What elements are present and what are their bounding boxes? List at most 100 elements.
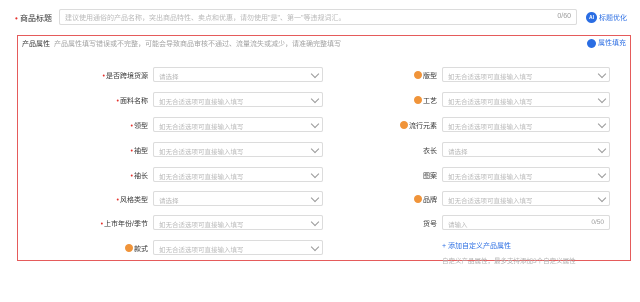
chevron-down-icon <box>310 69 320 79</box>
attr-input-right-6[interactable]: 请输入 0/50 <box>442 215 610 230</box>
attr-select-left-7[interactable]: 如无合适选项可直接输入填写 <box>153 240 323 255</box>
attr-label-right-0: 版型 <box>414 71 437 81</box>
attr-placeholder: 请输入 <box>448 222 468 229</box>
attr-label-left-2: •领型 <box>131 121 148 131</box>
required-mark: • <box>100 221 104 228</box>
chevron-down-icon <box>597 94 607 104</box>
attr-label-text: 是否跨境货源 <box>106 73 148 80</box>
attr-placeholder: 如无合适选项可直接输入填写 <box>448 99 533 106</box>
attr-label-left-5: •风格类型 <box>117 195 148 205</box>
attr-label-text: 版型 <box>423 73 437 80</box>
title-label: • 商品标题 <box>15 14 53 23</box>
chevron-down-icon <box>310 144 320 154</box>
attributes-heading: 产品属性 产品属性填写错误或不完整，可能会导致商品审核不通过、流量流失或减少，请准… <box>22 41 341 48</box>
attr-label-text: 货号 <box>423 221 437 228</box>
hot-badge-icon <box>400 121 408 129</box>
attr-label-right-6: 货号 <box>423 219 437 229</box>
attr-placeholder: 如无合适选项可直接输入填写 <box>448 74 533 81</box>
attr-label-left-1: •面料名称 <box>117 96 148 106</box>
attr-select-left-6[interactable]: 如无合适选项可直接输入填写 <box>153 215 323 230</box>
attr-select-right-1[interactable]: 如无合适选项可直接输入填写 <box>442 92 610 107</box>
attr-select-right-4[interactable]: 如无合适选项可直接输入填写 <box>442 167 610 182</box>
chevron-down-icon <box>597 69 607 79</box>
required-mark: • <box>116 98 119 105</box>
chevron-down-icon <box>310 193 320 203</box>
required-mark: • <box>130 173 133 180</box>
attr-label-text: 款式 <box>134 246 148 253</box>
attr-label-text: 图案 <box>423 173 437 180</box>
attr-select-right-5[interactable]: 如无合适选项可直接输入填写 <box>442 191 610 206</box>
attr-label-text: 流行元素 <box>409 123 437 130</box>
title-char-count: 0/60 <box>557 13 571 20</box>
attr-label-text: 袖长 <box>134 173 148 180</box>
title-optimize-button[interactable]: AI 标题优化 <box>586 10 627 25</box>
attributes-tip: 产品属性填写错误或不完整，可能会导致商品审核不通过、流量流失或减少，请准确完整填… <box>54 41 341 48</box>
attr-label-text: 工艺 <box>423 98 437 105</box>
attr-placeholder: 如无合适选项可直接输入填写 <box>159 247 244 254</box>
chevron-down-icon <box>597 144 607 154</box>
attr-select-right-0[interactable]: 如无合适选项可直接输入填写 <box>442 67 610 82</box>
attr-label-right-4: 图案 <box>423 171 437 181</box>
chevron-down-icon <box>310 94 320 104</box>
attr-char-count: 0/50 <box>591 219 604 226</box>
attr-placeholder: 请选择 <box>448 149 468 156</box>
attr-label-text: 风格类型 <box>120 197 148 204</box>
attr-label-right-3: 衣长 <box>423 146 437 156</box>
title-row: • 商品标题 建议使用通俗的产品名称，突出商品特性、卖点和优惠，请勿使用"是"、… <box>0 7 640 29</box>
attr-select-left-1[interactable]: 如无合适选项可直接输入填写 <box>153 92 323 107</box>
attr-select-left-4[interactable]: 如无合适选项可直接输入填写 <box>153 167 323 182</box>
chevron-down-icon <box>310 217 320 227</box>
attr-select-left-0[interactable]: 请选择 <box>153 67 323 82</box>
required-mark: • <box>130 148 133 155</box>
chevron-down-icon <box>310 169 320 179</box>
attr-select-right-2[interactable]: 如无合适选项可直接输入填写 <box>442 117 610 132</box>
attr-placeholder: 如无合适选项可直接输入填写 <box>448 124 533 131</box>
attr-label-text: 领型 <box>134 123 148 130</box>
attr-label-text: 衣长 <box>423 148 437 155</box>
attr-placeholder: 请选择 <box>159 74 179 81</box>
attr-label-right-2: 流行元素 <box>400 121 437 131</box>
fill-icon <box>587 38 596 48</box>
attr-select-right-3[interactable]: 请选择 <box>442 142 610 157</box>
attr-placeholder: 如无合适选项可直接输入填写 <box>159 124 244 131</box>
attr-placeholder: 如无合适选项可直接输入填写 <box>159 99 244 106</box>
attr-placeholder: 如无合适选项可直接输入填写 <box>448 198 533 205</box>
attr-label-left-3: •袖型 <box>131 146 148 156</box>
chevron-down-icon <box>310 242 320 252</box>
attr-placeholder: 如无合适选项可直接输入填写 <box>448 174 533 181</box>
attr-label-left-4: •袖长 <box>131 171 148 181</box>
chevron-down-icon <box>597 119 607 129</box>
attr-label-text: 上市年份/季节 <box>104 221 148 228</box>
attr-label-text: 袖型 <box>134 148 148 155</box>
ai-icon: AI <box>586 12 597 23</box>
attr-label-text: 面料名称 <box>120 98 148 105</box>
add-custom-attribute-link[interactable]: + 添加自定义产品属性 <box>442 241 511 251</box>
attr-label-right-1: 工艺 <box>414 96 437 106</box>
attr-label-text: 品牌 <box>423 197 437 204</box>
attr-select-left-3[interactable]: 如无合适选项可直接输入填写 <box>153 142 323 157</box>
attr-label-left-7: 款式 <box>125 244 148 254</box>
attribute-fill-button[interactable]: 属性填充 <box>587 38 626 48</box>
attr-placeholder: 请选择 <box>159 198 179 205</box>
attr-label-left-0: •是否跨境货源 <box>103 71 148 81</box>
required-mark: • <box>130 123 133 130</box>
add-custom-attribute-hint: 自定义产品属性，最多支持添加3个自定义属性 <box>442 258 576 265</box>
hot-badge-icon <box>414 195 422 203</box>
chevron-down-icon <box>310 119 320 129</box>
chevron-down-icon <box>597 169 607 179</box>
attr-label-right-5: 品牌 <box>414 195 437 205</box>
required-mark: • <box>116 197 119 204</box>
hot-badge-icon <box>414 71 422 79</box>
attr-placeholder: 如无合适选项可直接输入填写 <box>159 149 244 156</box>
hot-badge-icon <box>414 96 422 104</box>
title-input[interactable]: 建议使用通俗的产品名称，突出商品特性、卖点和优惠，请勿使用"是"、第一"等违规词… <box>59 9 577 25</box>
attr-placeholder: 如无合适选项可直接输入填写 <box>159 222 244 229</box>
attr-placeholder: 如无合适选项可直接输入填写 <box>159 174 244 181</box>
chevron-down-icon <box>597 193 607 203</box>
title-placeholder: 建议使用通俗的产品名称，突出商品特性、卖点和优惠，请勿使用"是"、第一"等违规词… <box>65 15 346 22</box>
hot-badge-icon <box>125 244 133 252</box>
attr-select-left-2[interactable]: 如无合适选项可直接输入填写 <box>153 117 323 132</box>
required-mark: • <box>102 73 105 80</box>
attr-label-left-6: •上市年份/季节 <box>101 219 148 229</box>
attr-select-left-5[interactable]: 请选择 <box>153 191 323 206</box>
